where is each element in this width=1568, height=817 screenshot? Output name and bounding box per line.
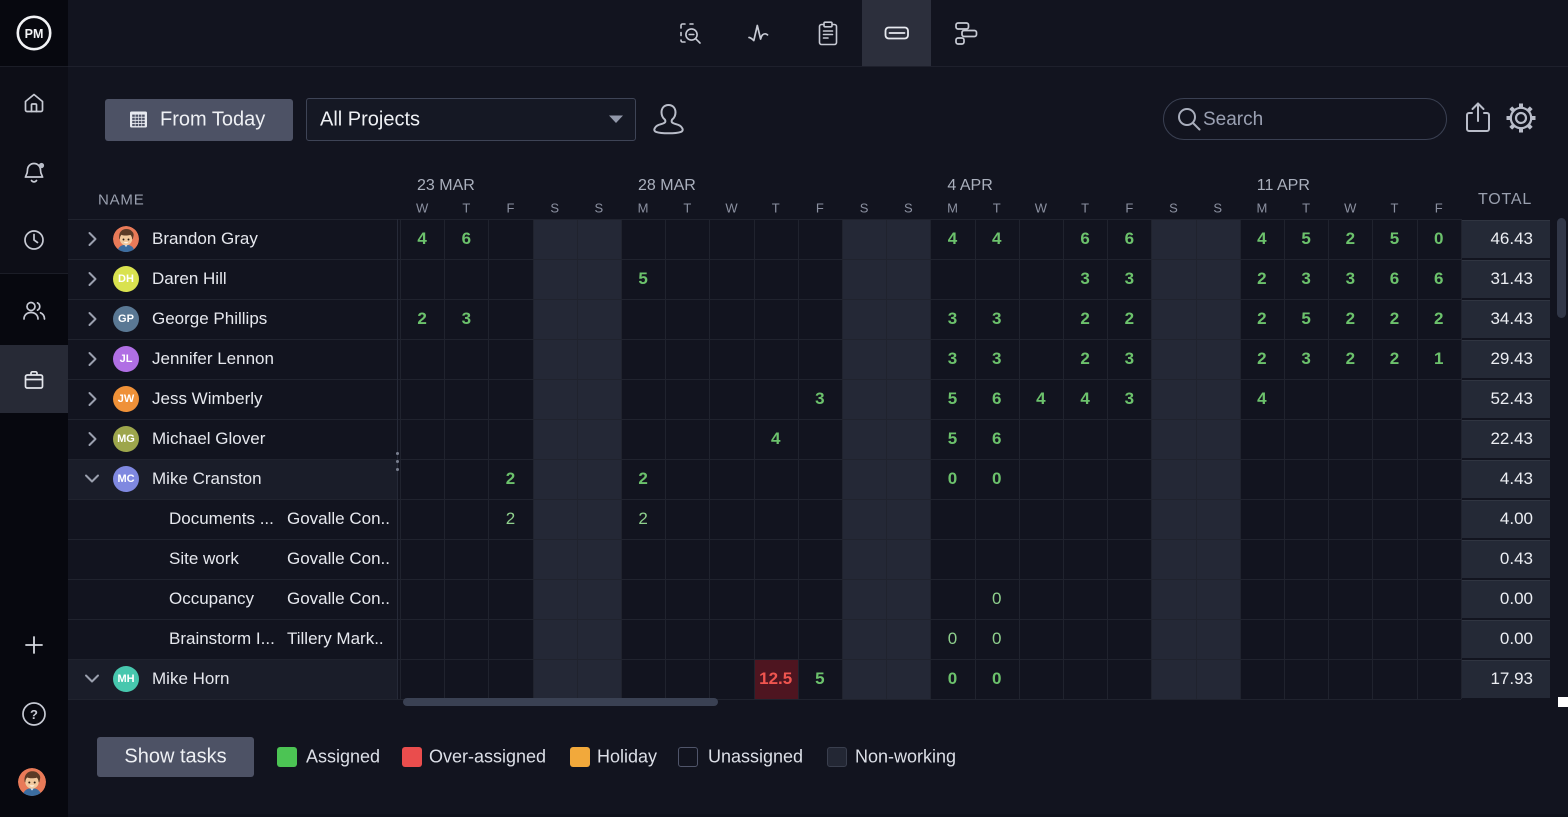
svg-text:?: ? [30,707,38,722]
svg-text:PM: PM [25,27,44,41]
